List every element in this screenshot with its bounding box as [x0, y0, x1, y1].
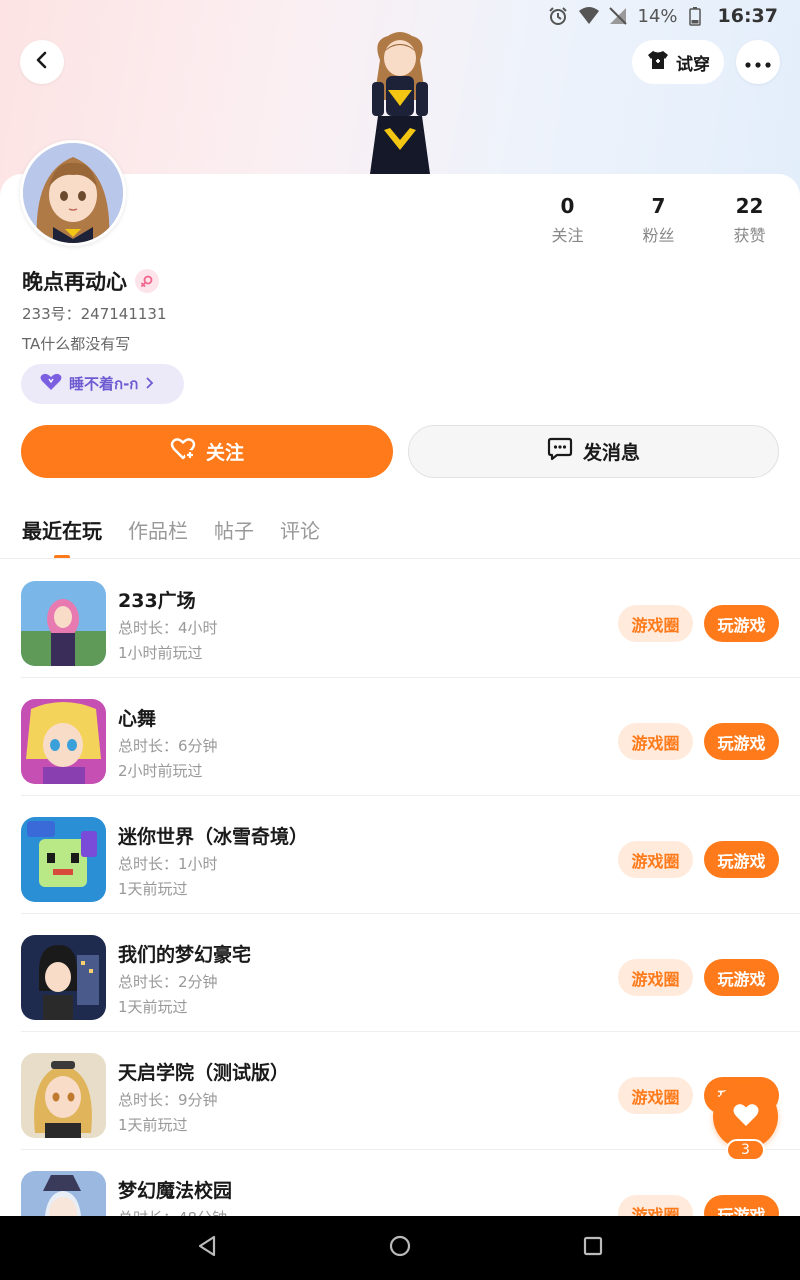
stat-likes[interactable]: 22 获赞	[704, 194, 795, 246]
no-signal-icon	[608, 6, 628, 26]
shirt-icon	[646, 49, 670, 76]
play-game-button[interactable]: 玩游戏	[704, 841, 779, 878]
status-bar: 14% 16:37	[0, 0, 800, 32]
game-icon-heart-dance[interactable]	[21, 699, 106, 784]
game-row[interactable]: 心舞 总时长：6分钟 2小时前玩过 游戏圈 玩游戏	[0, 678, 800, 796]
likes-count: 22	[735, 194, 764, 218]
game-row[interactable]: 我们的梦幻豪宅 总时长：2分钟 1天前玩过 游戏圈 玩游戏	[0, 914, 800, 1032]
user-id: 233号：247141131	[22, 305, 167, 323]
nav-home-icon[interactable]	[388, 1234, 412, 1262]
game-circle-button[interactable]: 游戏圈	[618, 959, 693, 996]
username: 晚点再动心	[22, 270, 127, 294]
game-title: 我们的梦幻豪宅	[118, 944, 252, 966]
profile-tabs: 最近在玩 作品栏 帖子 评论	[22, 515, 320, 559]
stat-followers[interactable]: 7 粉丝	[613, 194, 704, 246]
chat-bubble-icon	[547, 437, 573, 466]
game-title: 心舞	[118, 708, 157, 730]
likes-label: 获赞	[733, 226, 766, 245]
back-arrow-icon	[33, 51, 51, 73]
game-duration: 总时长：2分钟	[118, 973, 218, 991]
heart-icon	[732, 1102, 760, 1132]
alarm-icon	[548, 6, 568, 26]
game-icon-apocalypse-academy[interactable]	[21, 1053, 106, 1138]
game-icon-mini-world[interactable]	[21, 817, 106, 902]
game-icon-233-plaza[interactable]	[21, 581, 106, 666]
purple-heart-icon	[39, 373, 63, 395]
back-button[interactable]	[20, 40, 64, 84]
tab-works[interactable]: 作品栏	[128, 515, 188, 545]
game-title: 梦幻魔法校园	[118, 1180, 233, 1202]
game-circle-button[interactable]: 游戏圈	[618, 723, 693, 760]
game-duration: 总时长：9分钟	[118, 1091, 218, 1109]
followers-count: 7	[651, 194, 666, 218]
tab-posts[interactable]: 帖子	[214, 515, 254, 545]
nav-recents-icon[interactable]	[582, 1235, 604, 1261]
game-last-played: 1天前玩过	[118, 1116, 188, 1134]
game-row[interactable]: 迷你世界（冰雪奇境） 总时长：1小时 1天前玩过 游戏圈 玩游戏	[0, 796, 800, 914]
user-avatar[interactable]	[20, 140, 126, 246]
more-dots-icon	[745, 53, 771, 72]
like-count-badge: 3	[726, 1139, 765, 1161]
game-row[interactable]: 233广场 总时长：4小时 1小时前玩过 游戏圈 玩游戏	[0, 560, 800, 678]
heart-plus-icon	[170, 437, 196, 466]
game-circle-button[interactable]: 游戏圈	[618, 1077, 693, 1114]
user-bio: TA什么都没有写	[22, 335, 131, 353]
game-title: 天启学院（测试版）	[118, 1062, 290, 1084]
game-duration: 总时长：6分钟	[118, 737, 218, 755]
message-label: 发消息	[582, 442, 640, 464]
game-circle-button[interactable]: 游戏圈	[618, 605, 693, 642]
following-count: 0	[560, 194, 575, 218]
battery-icon	[688, 6, 708, 26]
more-options-button[interactable]	[736, 40, 780, 84]
avatar-character-figure[interactable]	[350, 30, 450, 176]
game-last-played: 2小时前玩过	[118, 762, 203, 780]
game-title: 迷你世界（冰雪奇境）	[118, 826, 309, 848]
game-row[interactable]: 天启学院（测试版） 总时长：9分钟 1天前玩过 游戏圈 玩游戏	[0, 1032, 800, 1150]
play-game-button[interactable]: 玩游戏	[704, 605, 779, 642]
play-game-button[interactable]: 玩游戏	[704, 723, 779, 760]
game-duration: 总时长：1小时	[118, 855, 218, 873]
female-gender-icon	[135, 269, 159, 293]
game-icon-dream-mansion[interactable]	[21, 935, 106, 1020]
tab-comments[interactable]: 评论	[280, 515, 320, 545]
follow-label: 关注	[205, 442, 244, 464]
try-on-label: 试穿	[676, 54, 710, 75]
game-title: 233广场	[118, 590, 196, 612]
battery-percent: 14%	[637, 5, 678, 27]
recent-games-list: 233广场 总时长：4小时 1小时前玩过 游戏圈 玩游戏 心舞 总时长：6分钟 …	[0, 560, 800, 1268]
game-circle-button[interactable]: 游戏圈	[618, 841, 693, 878]
mood-status-chip[interactable]: 睡不着ก-ก	[21, 364, 184, 404]
nav-back-icon[interactable]	[196, 1234, 218, 1262]
clock-time: 16:37	[717, 5, 778, 27]
chevron-right-icon	[144, 375, 154, 393]
game-last-played: 1小时前玩过	[118, 644, 203, 662]
username-row: 晚点再动心	[22, 266, 159, 296]
followers-label: 粉丝	[642, 226, 675, 245]
game-last-played: 1天前玩过	[118, 998, 188, 1016]
wifi-icon	[578, 6, 599, 26]
tabs-divider	[0, 558, 800, 559]
game-last-played: 1天前玩过	[118, 880, 188, 898]
tab-recent-played[interactable]: 最近在玩	[22, 515, 102, 545]
following-label: 关注	[551, 226, 584, 245]
send-message-button[interactable]: 发消息	[408, 425, 779, 478]
game-duration: 总时长：4小时	[118, 619, 218, 637]
play-game-button[interactable]: 玩游戏	[704, 959, 779, 996]
mood-text: 睡不着ก-ก	[69, 375, 139, 393]
follow-button[interactable]: 关注	[21, 425, 393, 478]
system-navigation-bar	[0, 1216, 800, 1280]
stat-following[interactable]: 0 关注	[522, 194, 613, 246]
profile-stats: 0 关注 7 粉丝 22 获赞	[522, 194, 795, 246]
try-on-button[interactable]: 试穿	[632, 40, 724, 84]
